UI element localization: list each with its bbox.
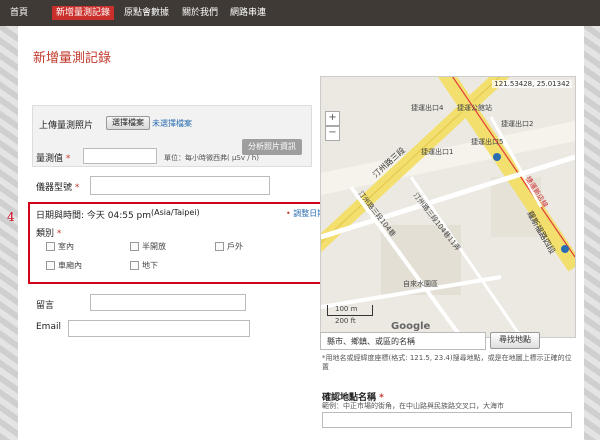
choose-file-button[interactable]: 選擇檔案 <box>106 116 150 130</box>
nickname-input[interactable] <box>90 294 246 311</box>
nickname-label: 留言 <box>36 301 55 311</box>
place-name-example: 範例：中正市場的街角，在中山路與民族路交叉口，大海市 <box>322 402 504 410</box>
nav-item-home[interactable]: 首頁 <box>6 6 32 20</box>
unit-hint: 單位：每小時微西弗( μSv / h) <box>164 154 259 162</box>
measure-label: 量測值 * <box>36 154 71 164</box>
map-label: 捷運公館站 <box>457 104 492 112</box>
nav-item-about[interactable]: 關於我們 <box>178 6 222 20</box>
map-label: 捷運出口2 <box>501 120 534 128</box>
map-roads <box>321 77 575 337</box>
map-label: 捷運出口5 <box>471 138 504 146</box>
device-input[interactable] <box>90 176 270 195</box>
upload-photo-label: 上傳量測照片 <box>39 121 94 131</box>
checkbox-in-vehicle-label: 車廂內 <box>58 261 82 270</box>
datetime-label: 日期與時間: 今天 04:55 pm <box>36 211 152 221</box>
map-label: 捷運出口4 <box>411 104 444 112</box>
find-location-button[interactable]: 尋找地點 <box>490 332 540 349</box>
nav-item-add-record[interactable]: 新增量測記錄 <box>52 6 115 20</box>
location-search-input[interactable]: 縣市、鄉鎮、或區的名稱 <box>320 332 486 350</box>
map-label: 捷運出口1 <box>421 148 454 156</box>
nav-item-network[interactable]: 網路串連 <box>226 6 270 20</box>
top-navigation: 首頁 新增量測記錄 原點會數據 關於我們 網路串連 <box>0 0 600 26</box>
map-view[interactable]: 121.53428, 25.01342 + − 捷運出口4 捷運公館站 捷運出口… <box>320 76 576 338</box>
scale-feet: 200 ft <box>335 317 356 325</box>
no-file-text: 未選擇檔案 <box>152 119 192 128</box>
checkbox-outdoor[interactable] <box>215 242 224 251</box>
checkbox-semi-open-label: 半開放 <box>142 242 166 251</box>
zoom-out-button[interactable]: − <box>325 126 340 141</box>
device-label: 儀器型號 * <box>36 183 80 193</box>
page-title: 新增量測記錄 <box>33 51 112 66</box>
category-label: 類別 * <box>36 229 62 239</box>
measure-input[interactable] <box>83 148 157 164</box>
email-input[interactable] <box>68 320 250 337</box>
annotation-step-number: 4 <box>7 210 15 224</box>
map-label: 自來水園區 <box>403 280 438 288</box>
place-name-input[interactable] <box>322 412 572 428</box>
email-label: Email <box>36 322 61 332</box>
zoom-in-button[interactable]: + <box>325 111 340 126</box>
google-logo: Google <box>391 321 431 332</box>
checkbox-indoor-label: 室內 <box>58 242 74 251</box>
checkbox-indoor[interactable] <box>46 242 55 251</box>
checkbox-in-vehicle[interactable] <box>46 261 55 270</box>
location-search-hint: *用地名或經緯度座標(格式: 121.5, 23.4)搜尋地點，或是在地圖上標示… <box>322 354 572 371</box>
checkbox-underground[interactable] <box>130 261 139 270</box>
nav-item-origin-data[interactable]: 原點會數據 <box>120 6 173 20</box>
timezone-label: (Asia/Taipei) <box>151 208 200 217</box>
checkbox-underground-label: 地下 <box>142 261 158 270</box>
scale-meters: 100 m <box>335 305 358 313</box>
map-coordinates: 121.53428, 25.01342 <box>492 80 572 88</box>
checkbox-semi-open[interactable] <box>130 242 139 251</box>
form-panel: 新增量測記錄 上傳量測照片 選擇檔案 未選擇檔案 分析照片資訊 量測值 * 單位… <box>18 26 584 440</box>
location-search-placeholder: 縣市、鄉鎮、或區的名稱 <box>327 337 415 346</box>
checkbox-outdoor-label: 戶外 <box>227 242 243 251</box>
